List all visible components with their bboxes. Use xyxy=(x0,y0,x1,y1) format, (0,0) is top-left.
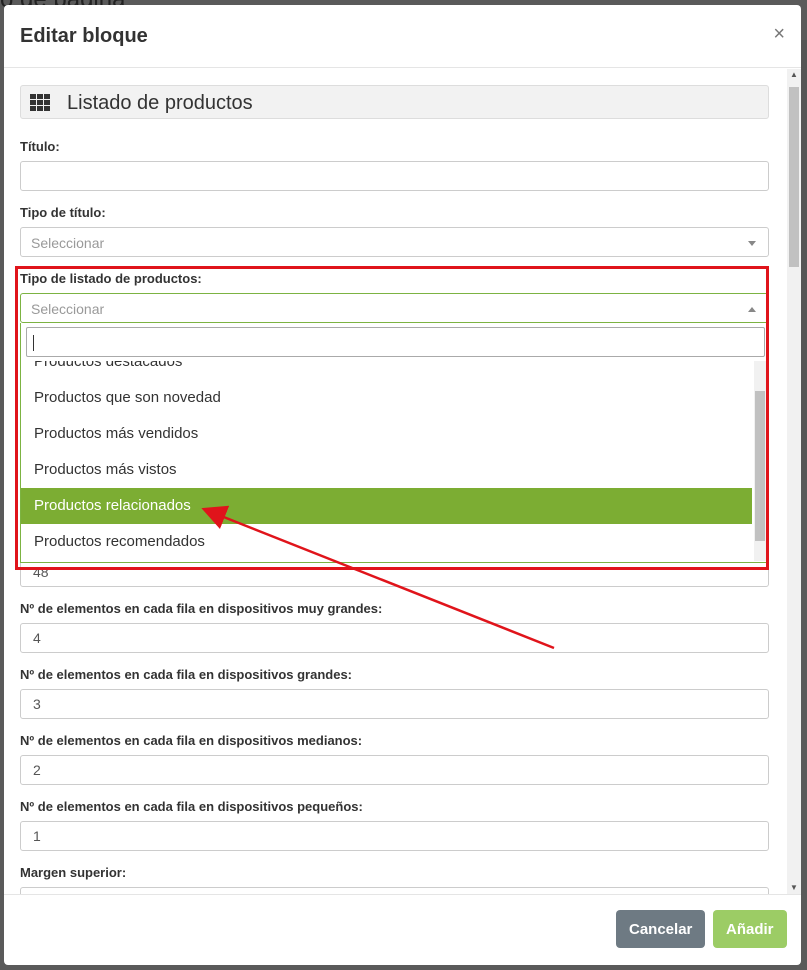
product-list-type-select[interactable]: Seleccionar xyxy=(20,293,769,323)
title-type-select[interactable]: Seleccionar xyxy=(20,227,769,257)
close-icon[interactable]: × xyxy=(773,23,785,46)
scroll-up-icon[interactable]: ▲ xyxy=(790,71,798,79)
modal-scrollbar-thumb[interactable] xyxy=(789,87,799,267)
scroll-down-icon[interactable]: ▼ xyxy=(790,884,798,892)
title-type-placeholder: Seleccionar xyxy=(31,235,105,251)
sm-devices-input[interactable]: 1 xyxy=(20,821,769,851)
product-list-type-placeholder: Seleccionar xyxy=(31,301,105,317)
lg-devices-label: Nº de elementos en cada fila en disposit… xyxy=(20,667,353,682)
md-devices-input[interactable]: 2 xyxy=(20,755,769,785)
lg-devices-input[interactable]: 3 xyxy=(20,689,769,719)
md-devices-label: Nº de elementos en cada fila en disposit… xyxy=(20,733,363,748)
option-productos-mas-vendidos[interactable]: Productos más vendidos xyxy=(21,416,752,452)
top-margin-input[interactable] xyxy=(20,887,769,894)
grid-icon xyxy=(30,94,50,112)
block-header: Listado de productos xyxy=(20,85,769,119)
sm-devices-label: Nº de elementos en cada fila en disposit… xyxy=(20,799,363,814)
text-cursor xyxy=(33,335,34,351)
dropdown-options: Productos destacados Productos que son n… xyxy=(21,361,752,561)
modal-body: Listado de productos Título: Tipo de tít… xyxy=(4,69,801,894)
edit-block-modal: Editar bloque × Listado de productos Tít… xyxy=(4,5,801,965)
chevron-up-icon xyxy=(748,307,756,312)
top-margin-label: Margen superior: xyxy=(20,865,127,880)
option-productos-novedad[interactable]: Productos que son novedad xyxy=(21,380,752,416)
modal-scrollbar[interactable]: ▲ ▼ xyxy=(787,69,801,894)
option-productos-mas-vistos[interactable]: Productos más vistos xyxy=(21,452,752,488)
xl-devices-label: Nº de elementos en cada fila en disposit… xyxy=(20,601,383,616)
option-productos-relacionados[interactable]: Productos relacionados xyxy=(21,488,752,524)
cancel-button[interactable]: Cancelar xyxy=(616,910,706,948)
dropdown-scrollbar[interactable] xyxy=(754,361,766,561)
add-button[interactable]: Añadir xyxy=(713,910,787,948)
dropdown-search-input[interactable] xyxy=(26,327,765,357)
title-type-label: Tipo de título: xyxy=(20,205,106,220)
modal-header: Editar bloque × xyxy=(4,5,801,68)
product-list-type-dropdown: Productos destacados Productos que son n… xyxy=(20,323,769,563)
xl-devices-input[interactable]: 4 xyxy=(20,623,769,653)
block-title: Listado de productos xyxy=(67,92,253,114)
option-productos-recomendados[interactable]: Productos recomendados xyxy=(21,524,752,560)
option-productos-destacados[interactable]: Productos destacados xyxy=(21,361,752,380)
title-input[interactable] xyxy=(20,161,769,191)
title-label: Título: xyxy=(20,139,60,154)
product-list-type-label: Tipo de listado de productos: xyxy=(20,271,202,286)
dropdown-scrollbar-thumb[interactable] xyxy=(755,391,765,541)
chevron-down-icon xyxy=(748,241,756,246)
modal-title: Editar bloque xyxy=(20,25,148,47)
modal-footer: Cancelar Añadir xyxy=(4,894,801,965)
